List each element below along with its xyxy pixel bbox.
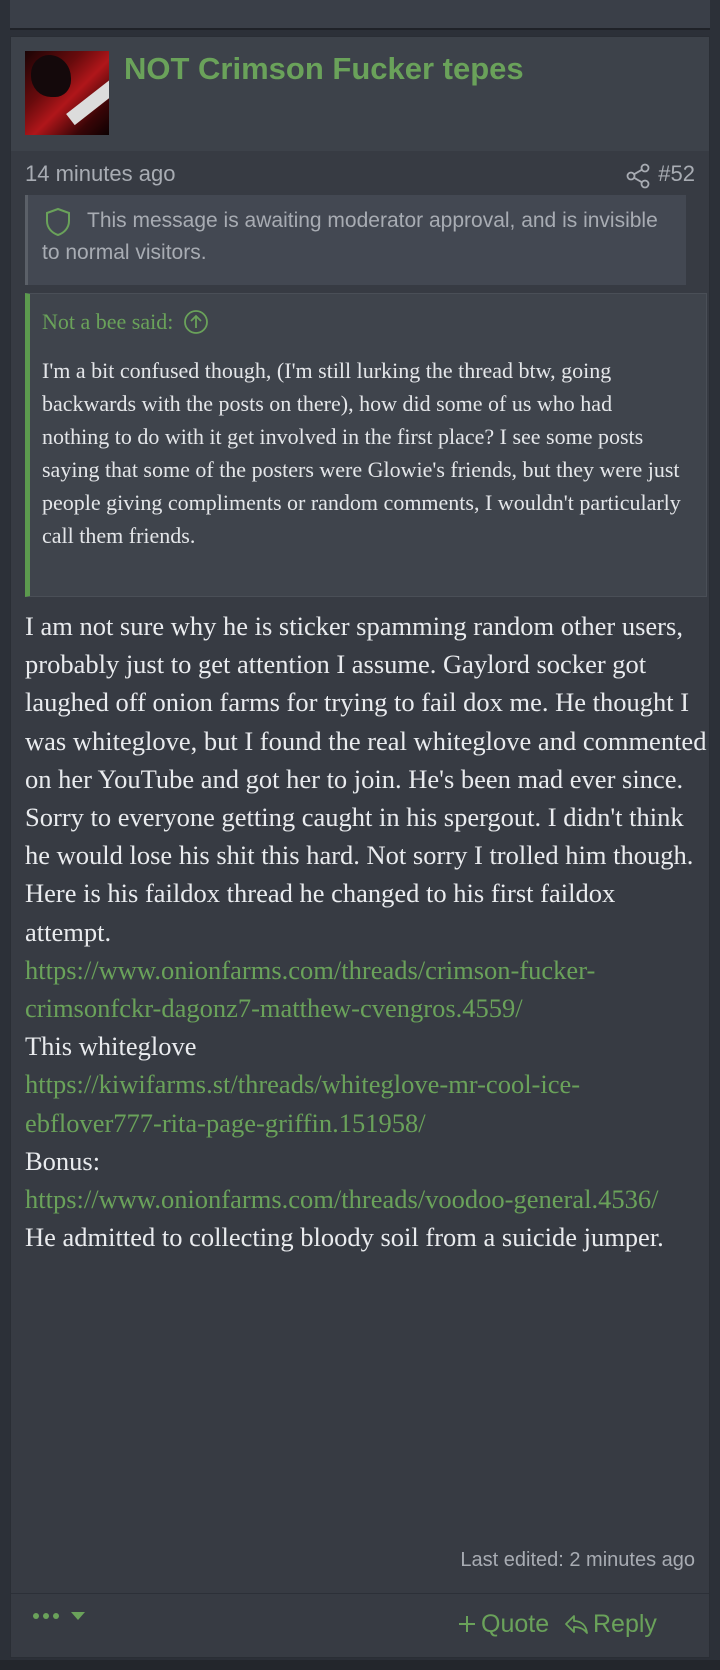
message-link[interactable]: https://www.onionfarms.com/threads/voodo… [25, 1184, 658, 1214]
share-icon[interactable] [625, 163, 651, 189]
post-timestamp[interactable]: 14 minutes ago [25, 161, 175, 187]
previous-post-edge [10, 0, 710, 30]
username-link[interactable]: NOT Crimson Fucker tepes [124, 51, 524, 87]
reply-button[interactable]: Reply [563, 1607, 657, 1641]
post-header: NOT Crimson Fucker tepes [11, 37, 709, 151]
avatar[interactable] [25, 51, 109, 135]
reply-arrow-icon [565, 1615, 588, 1634]
moderation-notice: This message is awaiting moderator appro… [25, 195, 686, 285]
message-paragraph: He admitted to collecting bloody soil fr… [25, 1222, 664, 1253]
moderation-notice-text: This message is awaiting moderator appro… [42, 209, 658, 264]
footer-divider [11, 1593, 709, 1594]
last-edited: Last edited: 2 minutes ago [460, 1549, 695, 1571]
chevron-down-icon [71, 1612, 85, 1620]
quote-text: I'm a bit confused though, (I'm still lu… [42, 358, 681, 548]
message-paragraph: This whiteglove [25, 1031, 197, 1062]
quote-block: Not a bee said: I'm a bit confused thoug… [25, 293, 707, 597]
quote-button[interactable]: Quote [457, 1607, 549, 1641]
more-dots-icon [33, 1613, 59, 1619]
quote-author[interactable]: Not a bee said: [42, 309, 173, 335]
forum-post: NOT Crimson Fucker tepes 14 minutes ago … [10, 36, 710, 1658]
quote-button-label: Quote [481, 1609, 550, 1638]
plus-icon [459, 1616, 475, 1632]
shield-icon [46, 207, 70, 237]
message-paragraph: Bonus: [25, 1145, 101, 1176]
more-options-button[interactable] [33, 1601, 85, 1631]
page-bottom-edge [0, 1660, 720, 1670]
message-paragraph: I am not sure why he is sticker spamming… [25, 611, 707, 871]
message-link[interactable]: https://kiwifarms.st/threads/whiteglove-… [25, 1069, 580, 1137]
arrow-up-circle-icon[interactable] [183, 309, 209, 335]
message-paragraph: Here is his faildox thread he changed to… [25, 878, 616, 947]
post-meta: 14 minutes ago #52 [25, 155, 695, 195]
quote-header[interactable]: Not a bee said: [42, 302, 209, 342]
message-link[interactable]: https://www.onionfarms.com/threads/crims… [25, 955, 595, 1023]
post-number-link[interactable]: #52 [658, 161, 695, 187]
message-body: I am not sure why he is sticker spamming… [25, 607, 707, 1256]
reply-button-label: Reply [593, 1609, 657, 1638]
